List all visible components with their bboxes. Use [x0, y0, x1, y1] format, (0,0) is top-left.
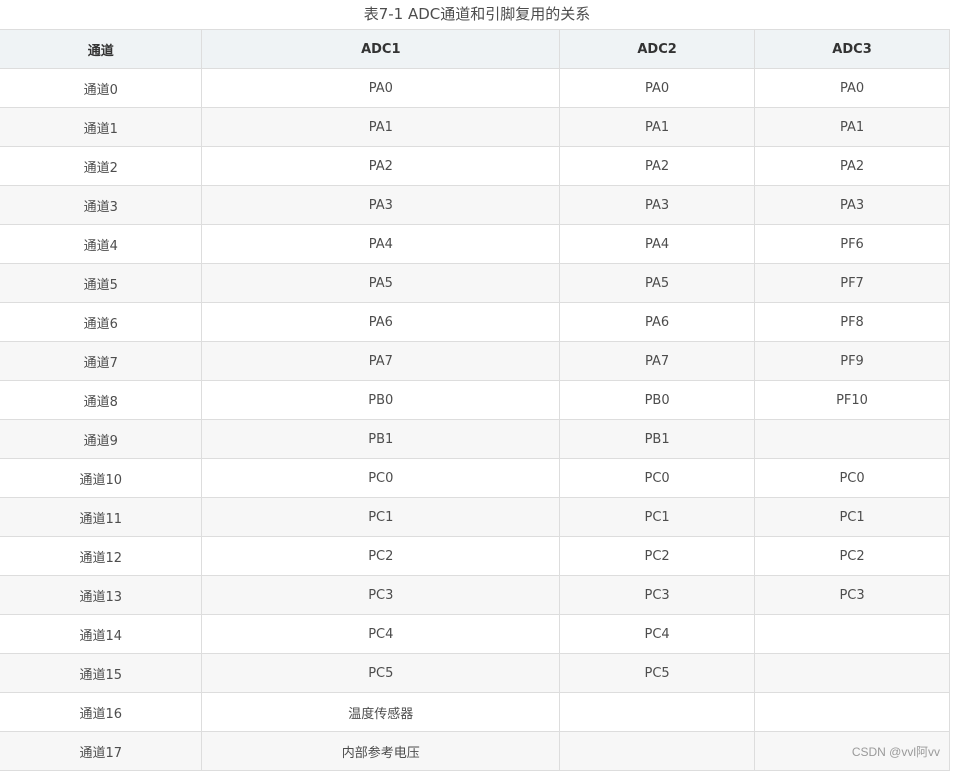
- channel-cell: 通道9: [0, 419, 203, 459]
- table-row: 通道11 PC1 PC1 PC1: [0, 497, 950, 537]
- channel-cell: 通道5: [0, 263, 203, 303]
- adc2-cell: PC2: [559, 536, 756, 576]
- table-row: 通道12 PC2 PC2 PC2: [0, 536, 950, 576]
- adc2-cell: PA1: [559, 107, 756, 147]
- adc3-cell: PC2: [754, 536, 950, 576]
- adc2-cell: PC4: [559, 614, 756, 654]
- adc2-cell: PC5: [559, 653, 756, 693]
- table-body: 通道0 PA0 PA0 PA0 通道1 PA1 PA1 PA1 通道2 PA2 PA2 PA2 通道3 P…: [0, 68, 950, 771]
- adc-channel-table: 通道 ADC1 ADC2 ADC3 通道0 PA0 PA0 PA0 通道1 PA1 PA1 P…: [0, 29, 950, 771]
- channel-cell: 通道10: [0, 458, 203, 498]
- table-row: 通道15 PC5 PC5: [0, 653, 950, 693]
- table-row: 通道0 PA0 PA0 PA0: [0, 68, 950, 108]
- adc3-cell: PF7: [754, 263, 950, 303]
- adc2-cell: PB0: [559, 380, 756, 420]
- adc3-cell: PF10: [754, 380, 950, 420]
- adc2-cell: PA0: [559, 68, 756, 108]
- channel-cell: 通道4: [0, 224, 203, 264]
- channel-cell: 通道7: [0, 341, 203, 381]
- adc3-cell: [754, 692, 950, 732]
- adc1-cell: PA2: [201, 146, 561, 186]
- adc3-cell: PA0: [754, 68, 950, 108]
- channel-cell: 通道1: [0, 107, 203, 147]
- adc3-cell: PC0: [754, 458, 950, 498]
- channel-cell: 通道2: [0, 146, 203, 186]
- adc3-cell: PA1: [754, 107, 950, 147]
- adc3-cell: PA3: [754, 185, 950, 225]
- table-row: 通道4 PA4 PA4 PF6: [0, 224, 950, 264]
- adc2-cell: PA4: [559, 224, 756, 264]
- table-row: 通道1 PA1 PA1 PA1: [0, 107, 950, 147]
- channel-cell: 通道11: [0, 497, 203, 537]
- adc3-cell: PF9: [754, 341, 950, 381]
- channel-cell: 通道8: [0, 380, 203, 420]
- adc2-cell: PA6: [559, 302, 756, 342]
- channel-cell: 通道12: [0, 536, 203, 576]
- table-row: 通道7 PA7 PA7 PF9: [0, 341, 950, 381]
- channel-cell: 通道14: [0, 614, 203, 654]
- adc2-cell: PC1: [559, 497, 756, 537]
- channel-cell: 通道6: [0, 302, 203, 342]
- table-row: 通道17 内部参考电压: [0, 731, 950, 771]
- adc1-cell: PB1: [201, 419, 561, 459]
- adc3-cell: PA2: [754, 146, 950, 186]
- adc2-cell: [559, 692, 756, 732]
- adc3-cell: [754, 653, 950, 693]
- table-row: 通道3 PA3 PA3 PA3: [0, 185, 950, 225]
- table-row: 通道5 PA5 PA5 PF7: [0, 263, 950, 303]
- header-adc3: ADC3: [754, 29, 950, 69]
- adc1-cell: PA4: [201, 224, 561, 264]
- adc1-cell: PA6: [201, 302, 561, 342]
- table-row: 通道10 PC0 PC0 PC0: [0, 458, 950, 498]
- adc3-cell: PC1: [754, 497, 950, 537]
- table-row: 通道6 PA6 PA6 PF8: [0, 302, 950, 342]
- header-adc1: ADC1: [201, 29, 561, 69]
- adc1-cell: PA7: [201, 341, 561, 381]
- adc3-cell: [754, 614, 950, 654]
- adc3-cell: PF8: [754, 302, 950, 342]
- table-row: 通道9 PB1 PB1: [0, 419, 950, 459]
- adc2-cell: [559, 731, 756, 771]
- table-header-row: 通道 ADC1 ADC2 ADC3: [0, 29, 950, 69]
- adc1-cell: PC1: [201, 497, 561, 537]
- adc1-cell: PB0: [201, 380, 561, 420]
- channel-cell: 通道0: [0, 68, 203, 108]
- header-adc2: ADC2: [559, 29, 756, 69]
- channel-cell: 通道17: [0, 731, 203, 771]
- header-channel: 通道: [0, 29, 203, 69]
- table-caption: 表7-1 ADC通道和引脚复用的关系: [363, 5, 591, 23]
- adc2-cell: PB1: [559, 419, 756, 459]
- adc1-cell: 内部参考电压: [201, 731, 561, 771]
- adc3-cell: [754, 419, 950, 459]
- adc1-cell: PC4: [201, 614, 561, 654]
- adc1-cell: PC2: [201, 536, 561, 576]
- adc1-cell: 温度传感器: [201, 692, 561, 732]
- adc1-cell: PA1: [201, 107, 561, 147]
- channel-cell: 通道16: [0, 692, 203, 732]
- table-row: 通道16 温度传感器: [0, 692, 950, 732]
- adc1-cell: PA3: [201, 185, 561, 225]
- table-row: 通道13 PC3 PC3 PC3: [0, 575, 950, 615]
- adc2-cell: PA7: [559, 341, 756, 381]
- adc2-cell: PA5: [559, 263, 756, 303]
- channel-cell: 通道13: [0, 575, 203, 615]
- adc1-cell: PA0: [201, 68, 561, 108]
- adc1-cell: PC0: [201, 458, 561, 498]
- adc3-cell: PC3: [754, 575, 950, 615]
- table-row: 通道2 PA2 PA2 PA2: [0, 146, 950, 186]
- adc3-cell: PF6: [754, 224, 950, 264]
- adc1-cell: PC5: [201, 653, 561, 693]
- adc1-cell: PC3: [201, 575, 561, 615]
- adc1-cell: PA5: [201, 263, 561, 303]
- channel-cell: 通道3: [0, 185, 203, 225]
- table-row: 通道14 PC4 PC4: [0, 614, 950, 654]
- adc2-cell: PA2: [559, 146, 756, 186]
- table-row: 通道8 PB0 PB0 PF10: [0, 380, 950, 420]
- adc2-cell: PC0: [559, 458, 756, 498]
- adc2-cell: PC3: [559, 575, 756, 615]
- adc2-cell: PA3: [559, 185, 756, 225]
- csdn-watermark: CSDN @vvl阿vv: [851, 745, 940, 759]
- channel-cell: 通道15: [0, 653, 203, 693]
